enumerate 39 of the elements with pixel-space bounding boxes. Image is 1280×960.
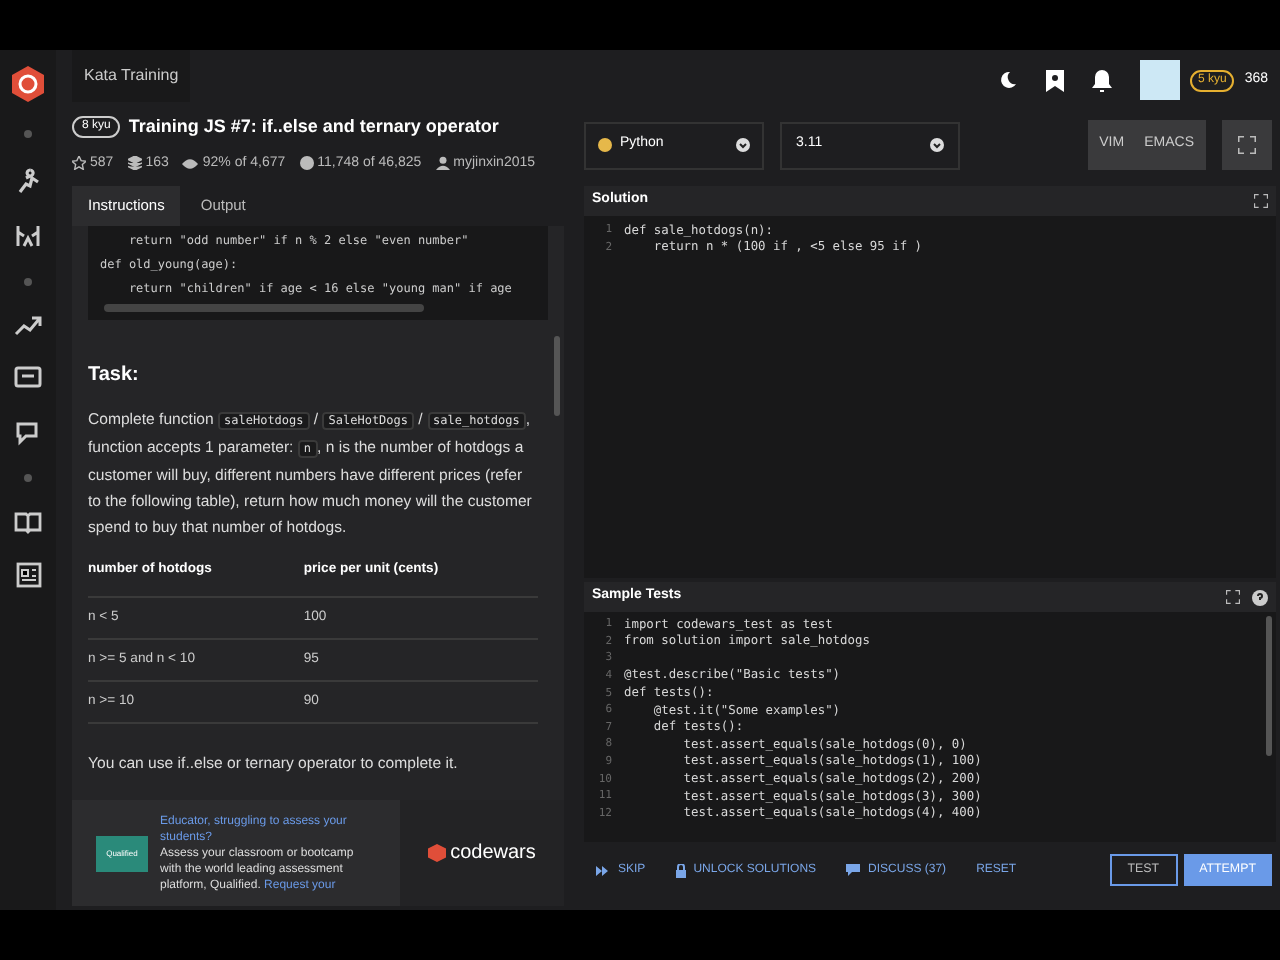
chevron-icon: [930, 138, 944, 152]
chevron-icon: [736, 138, 750, 152]
breadcrumb[interactable]: Kata Training: [72, 50, 191, 102]
circle-icon: [299, 156, 314, 171]
bell-icon[interactable]: [1091, 69, 1112, 91]
logo-icon: [428, 844, 447, 862]
book-icon[interactable]: [14, 510, 42, 534]
person-icon: [435, 156, 450, 171]
dot-icon: [24, 130, 32, 138]
chat-icon[interactable]: [14, 366, 42, 392]
expand-icon[interactable]: [1254, 194, 1268, 208]
help-icon[interactable]: [1252, 589, 1268, 605]
task-heading: Task:: [88, 362, 141, 390]
logo-icon[interactable]: [10, 66, 46, 102]
stack-icon: [127, 156, 142, 171]
figures-icon[interactable]: [14, 222, 42, 250]
expand-icon: [1238, 136, 1256, 154]
star-icon: [72, 156, 86, 171]
scrollbar[interactable]: [104, 304, 424, 312]
lock-icon: [675, 863, 686, 877]
python-icon: [598, 138, 612, 152]
runner-icon[interactable]: [14, 166, 42, 194]
eye-icon: [182, 157, 199, 170]
fullscreen-button[interactable]: [1222, 120, 1272, 170]
expand-icon[interactable]: [1226, 590, 1240, 604]
scrollbar[interactable]: [1266, 616, 1272, 756]
trend-icon[interactable]: [14, 314, 42, 338]
scrollbar[interactable]: [554, 336, 560, 416]
brand-name: codewars: [450, 840, 536, 868]
dot-icon: [24, 278, 32, 286]
bookmark-icon[interactable]: [1045, 69, 1064, 91]
kata-title: Training JS #7: if..else and ternary operator: [128, 114, 499, 140]
dot-icon: [24, 474, 32, 482]
skip-icon: [596, 865, 610, 875]
speech-icon[interactable]: [14, 420, 42, 446]
chat-icon: [846, 864, 861, 876]
avatar[interactable]: [1139, 60, 1180, 100]
document-icon[interactable]: [15, 562, 41, 588]
moon-icon[interactable]: [997, 70, 1018, 90]
